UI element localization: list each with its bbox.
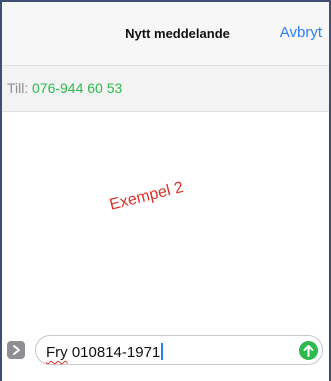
- send-button[interactable]: [299, 341, 318, 360]
- recipient-value[interactable]: 076-944 60 53: [32, 80, 122, 96]
- arrow-up-icon: [303, 345, 314, 357]
- navigation-bar: Nytt meddelande Avbryt: [2, 2, 329, 65]
- annotation-label: Exempel 2: [107, 178, 186, 214]
- recipient-field[interactable]: Till: 076-944 60 53: [2, 65, 329, 112]
- misspelled-word: Fry: [46, 344, 68, 361]
- recipient-label: Till:: [7, 80, 29, 96]
- message-input[interactable]: Fry 010814-1971: [35, 335, 323, 365]
- compose-bar: Fry 010814-1971: [2, 332, 329, 372]
- bottom-strip: [2, 372, 329, 381]
- message-text: Fry 010814-1971: [46, 343, 164, 361]
- cancel-button[interactable]: Avbryt: [280, 24, 322, 41]
- message-rest: 010814-1971: [67, 344, 161, 361]
- chevron-right-icon: [13, 345, 20, 355]
- phone-screen: Nytt meddelande Avbryt Till: 076-944 60 …: [0, 0, 331, 381]
- text-caret: [161, 343, 164, 360]
- apps-button[interactable]: [7, 341, 25, 359]
